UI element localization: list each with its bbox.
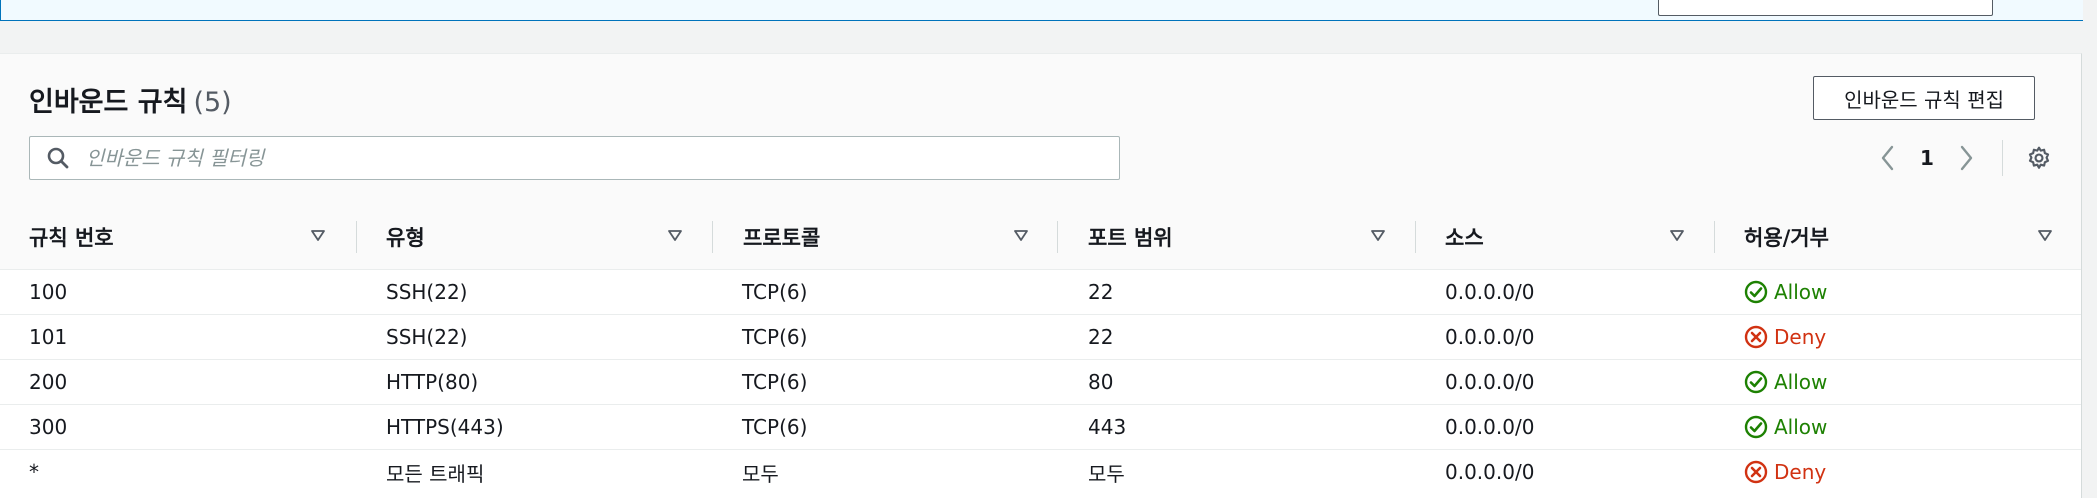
cell-rule-number: 300 xyxy=(29,415,68,439)
cell-rule-number: 200 xyxy=(29,370,68,394)
sort-caret-icon xyxy=(311,230,325,241)
table-row[interactable]: * 모든 트래픽 모두 모두 0.0.0.0/0 Deny xyxy=(0,450,2081,495)
chevron-right-icon xyxy=(1960,145,1973,171)
cell-port-range: 80 xyxy=(1088,370,1114,394)
banner-button[interactable] xyxy=(1658,0,1993,16)
pagination: 1 xyxy=(1868,136,2081,180)
sort-caret-icon xyxy=(1670,230,1684,241)
next-page-button[interactable] xyxy=(1946,136,1986,180)
edit-inbound-rules-button[interactable]: 인바운드 규칙 편집 xyxy=(1813,76,2035,120)
cell-port-range: 443 xyxy=(1088,415,1127,439)
chevron-left-icon xyxy=(1881,145,1894,171)
column-protocol[interactable]: 프로토콜 xyxy=(713,204,1057,270)
column-label: 규칙 번호 xyxy=(29,226,114,250)
sort-caret-icon xyxy=(1371,230,1385,241)
cell-source: 0.0.0.0/0 xyxy=(1445,460,1535,484)
column-port-range[interactable]: 포트 범위 xyxy=(1058,204,1415,270)
cell-protocol: TCP(6) xyxy=(742,280,808,304)
cell-type: SSH(22) xyxy=(386,280,468,304)
current-page[interactable]: 1 xyxy=(1908,146,1946,170)
cell-type: HTTPS(443) xyxy=(386,415,504,439)
column-label: 허용/거부 xyxy=(1744,226,1829,250)
prev-page-button[interactable] xyxy=(1868,136,1908,180)
cell-allow-deny: Allow xyxy=(1744,360,1827,404)
preferences-button[interactable] xyxy=(2021,136,2057,180)
cell-allow-deny: Allow xyxy=(1744,405,1827,449)
cell-allow-deny: Deny xyxy=(1744,450,1826,494)
x-circle-icon xyxy=(1744,325,1768,349)
search-icon xyxy=(47,147,69,169)
table-header: 규칙 번호 유형 프로토콜 포트 범위 소스 허용/거부 xyxy=(0,204,2081,270)
status-label: Deny xyxy=(1774,460,1827,484)
cell-port-range: 모두 xyxy=(1088,461,1125,486)
cell-protocol: TCP(6) xyxy=(742,415,808,439)
cell-allow-deny: Allow xyxy=(1744,270,1827,314)
filter-box[interactable] xyxy=(29,136,1120,180)
filter-input[interactable] xyxy=(84,139,1119,177)
cell-rule-number: * xyxy=(29,460,39,484)
cell-rule-number: 100 xyxy=(29,280,68,304)
panel-title-text: 인바운드 규칙 xyxy=(29,87,188,118)
cell-protocol: 모두 xyxy=(742,461,779,486)
check-circle-icon xyxy=(1744,280,1768,304)
info-banner xyxy=(0,0,2083,21)
cell-type: 모든 트래픽 xyxy=(386,461,485,486)
check-circle-icon xyxy=(1744,415,1768,439)
cell-protocol: TCP(6) xyxy=(742,325,808,349)
sort-caret-icon xyxy=(2038,230,2052,241)
table-row[interactable]: 100 SSH(22) TCP(6) 22 0.0.0.0/0 Allow xyxy=(0,270,2081,315)
cell-source: 0.0.0.0/0 xyxy=(1445,325,1535,349)
rule-count: (5) xyxy=(193,87,232,118)
cell-rule-number: 101 xyxy=(29,325,68,349)
panel-title: 인바운드 규칙 (5) xyxy=(29,80,232,119)
cell-port-range: 22 xyxy=(1088,280,1114,304)
check-circle-icon xyxy=(1744,370,1768,394)
column-source[interactable]: 소스 xyxy=(1416,204,1714,270)
cell-port-range: 22 xyxy=(1088,325,1114,349)
sort-caret-icon xyxy=(1014,230,1028,241)
column-allow-deny[interactable]: 허용/거부 xyxy=(1715,204,2082,270)
column-label: 포트 범위 xyxy=(1088,226,1173,250)
status-label: Allow xyxy=(1774,370,1828,394)
column-label: 소스 xyxy=(1445,226,1484,250)
column-rule-number[interactable]: 규칙 번호 xyxy=(0,204,356,270)
column-label: 프로토콜 xyxy=(743,226,821,250)
x-circle-icon xyxy=(1744,460,1768,484)
pager-divider xyxy=(2002,140,2003,176)
panel-header: 인바운드 규칙(5) 인바운드 규칙 편집 1 xyxy=(0,54,2081,205)
inbound-rules-panel: 인바운드 규칙(5) 인바운드 규칙 편집 1 xyxy=(0,53,2082,498)
status-label: Deny xyxy=(1774,325,1827,349)
sort-caret-icon xyxy=(668,230,682,241)
cell-type: HTTP(80) xyxy=(386,370,479,394)
cell-source: 0.0.0.0/0 xyxy=(1445,370,1535,394)
cell-source: 0.0.0.0/0 xyxy=(1445,415,1535,439)
table-row[interactable]: 300 HTTPS(443) TCP(6) 443 0.0.0.0/0 Allo… xyxy=(0,405,2081,450)
table-row[interactable]: 101 SSH(22) TCP(6) 22 0.0.0.0/0 Deny xyxy=(0,315,2081,360)
column-label: 유형 xyxy=(386,226,425,250)
gear-icon xyxy=(2028,146,2050,169)
cell-source: 0.0.0.0/0 xyxy=(1445,280,1535,304)
cell-protocol: TCP(6) xyxy=(742,370,808,394)
status-label: Allow xyxy=(1774,280,1828,304)
table-row[interactable]: 200 HTTP(80) TCP(6) 80 0.0.0.0/0 Allow xyxy=(0,360,2081,405)
cell-allow-deny: Deny xyxy=(1744,315,1826,359)
column-type[interactable]: 유형 xyxy=(357,204,712,270)
cell-type: SSH(22) xyxy=(386,325,468,349)
status-label: Allow xyxy=(1774,415,1828,439)
